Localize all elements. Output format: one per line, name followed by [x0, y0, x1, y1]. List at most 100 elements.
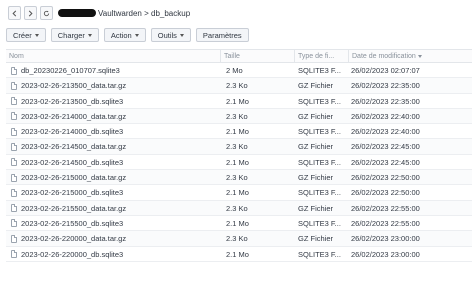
file-name: 2023-02-26-213500_db.sqlite3 [21, 96, 124, 106]
document-icon [11, 112, 17, 121]
navigation-bar: Vaultwarden > db_backup [0, 6, 474, 28]
file-name: 2023-02-26-215000_db.sqlite3 [21, 188, 124, 198]
file-type: GZ Fichier [298, 142, 334, 152]
column-header-name[interactable]: Nom [6, 50, 220, 63]
chevron-left-icon [12, 10, 17, 16]
file-row[interactable]: 2023-02-26-214000_db.sqlite3 2.1 Mo SQLITE… [6, 124, 472, 140]
toolbar: Créer Charger Action Outils Paramètres [6, 28, 249, 44]
column-header-type[interactable]: Type de fi... [294, 50, 348, 63]
file-modified-date: 26/02/2023 22:40:00 [351, 111, 420, 121]
caret-down-icon [34, 33, 39, 37]
file-row[interactable]: db_20230226_010707.sqlite3 2 Mo SQLITE3 F.… [6, 63, 472, 79]
file-name: 2023-02-26-214000_data.tar.gz [21, 111, 127, 121]
file-row[interactable]: 2023-02-26-220000_data.tar.gz 2.3 Ko GZ Fi… [6, 231, 472, 247]
file-icon [10, 170, 18, 185]
file-name: 2023-02-26-214000_db.sqlite3 [21, 127, 124, 137]
file-size: 2.3 Ko [226, 142, 248, 152]
sort-descending-icon [417, 55, 422, 58]
file-icon [10, 201, 18, 216]
settings-button[interactable]: Paramètres [195, 28, 249, 42]
caret-down-icon [134, 33, 139, 37]
file-modified-date: 26/02/2023 23:00:00 [351, 249, 420, 259]
column-header-type-label: Type de fi... [298, 53, 335, 60]
create-button[interactable]: Créer [6, 28, 46, 42]
file-type: SQLITE3 F... [298, 157, 341, 167]
file-row[interactable]: 2023-02-26-215000_db.sqlite3 2.1 Mo SQLITE… [6, 185, 472, 201]
tools-button[interactable]: Outils [150, 28, 191, 42]
file-size: 2.1 Mo [226, 188, 249, 198]
file-icon [10, 155, 18, 170]
file-size: 2.1 Mo [226, 249, 249, 259]
file-icon [10, 185, 18, 200]
document-icon [11, 66, 17, 75]
upload-button[interactable]: Charger [50, 28, 99, 42]
file-type: GZ Fichier [298, 234, 334, 244]
file-name: db_20230226_010707.sqlite3 [21, 66, 120, 75]
file-modified-date: 26/02/2023 22:45:00 [351, 157, 420, 167]
file-modified-date: 26/02/2023 22:35:00 [351, 81, 420, 91]
file-modified-date: 26/02/2023 22:40:00 [351, 127, 420, 137]
column-header-size[interactable]: Taille [220, 50, 294, 63]
document-icon [11, 204, 17, 213]
file-row[interactable]: 2023-02-26-215500_data.tar.gz 2.3 Ko GZ Fi… [6, 200, 472, 216]
file-icon [10, 231, 18, 246]
document-icon [11, 158, 17, 167]
file-name: 2023-02-26-215000_data.tar.gz [21, 173, 127, 183]
document-icon [11, 234, 17, 243]
file-name: 2023-02-26-220000_data.tar.gz [21, 234, 127, 244]
file-modified-date: 26/02/2023 23:00:00 [351, 234, 420, 244]
file-name: 2023-02-26-215500_data.tar.gz [21, 203, 127, 213]
file-type: SQLITE3 F... [298, 66, 341, 75]
file-icon [10, 216, 18, 231]
redacted-path-segment [58, 9, 96, 17]
file-row[interactable]: 2023-02-26-215000_data.tar.gz 2.3 Ko GZ Fi… [6, 170, 472, 186]
back-button[interactable] [8, 6, 21, 20]
file-name: 2023-02-26-214500_data.tar.gz [21, 142, 127, 152]
file-rows: db_20230226_010707.sqlite3 2 Mo SQLITE3 F.… [6, 63, 472, 262]
file-type: GZ Fichier [298, 111, 334, 121]
file-row[interactable]: 2023-02-26-214500_data.tar.gz 2.3 Ko GZ Fi… [6, 139, 472, 155]
breadcrumb: Vaultwarden > db_backup [58, 6, 190, 20]
create-button-label: Créer [13, 30, 32, 40]
document-icon [11, 250, 17, 259]
file-type: SQLITE3 F... [298, 188, 341, 198]
action-button-label: Action [110, 30, 132, 40]
file-icon [10, 124, 18, 139]
file-size: 2.3 Ko [226, 234, 248, 244]
document-icon [11, 81, 17, 90]
file-row[interactable]: 2023-02-26-220000_db.sqlite3 2.1 Mo SQLITE… [6, 247, 472, 262]
file-icon [10, 109, 18, 124]
refresh-button[interactable] [40, 6, 53, 20]
file-modified-date: 26/02/2023 22:45:00 [351, 142, 420, 152]
file-row[interactable]: 2023-02-26-214000_data.tar.gz 2.3 Ko GZ Fi… [6, 108, 472, 125]
column-header-date-label: Date de modification [352, 53, 416, 60]
action-button[interactable]: Action [103, 28, 146, 42]
file-type: SQLITE3 F... [298, 96, 341, 106]
file-modified-date: 26/02/2023 02:07:07 [351, 66, 420, 75]
file-modified-date: 26/02/2023 22:35:00 [351, 96, 420, 106]
document-icon [11, 142, 17, 151]
file-icon [10, 139, 18, 154]
file-row[interactable]: 2023-02-26-215500_db.sqlite3 2.1 Mo SQLITE… [6, 216, 472, 232]
caret-down-icon [179, 33, 184, 37]
file-name: 2023-02-26-220000_db.sqlite3 [21, 249, 124, 259]
file-modified-date: 26/02/2023 22:50:00 [351, 188, 420, 198]
file-size: 2.1 Mo [226, 218, 249, 228]
file-row[interactable]: 2023-02-26-214500_db.sqlite3 2.1 Mo SQLITE… [6, 155, 472, 171]
column-header-name-label: Nom [9, 53, 24, 60]
breadcrumb-path[interactable]: Vaultwarden > db_backup [98, 9, 190, 18]
file-size: 2.1 Mo [226, 157, 249, 167]
settings-button-label: Paramètres [202, 30, 242, 40]
column-header-date[interactable]: Date de modification [348, 50, 472, 63]
document-icon [11, 173, 17, 182]
document-icon [11, 219, 17, 228]
file-icon [10, 78, 18, 93]
file-type: SQLITE3 F... [298, 218, 341, 228]
file-size: 2.3 Ko [226, 111, 248, 121]
tools-button-label: Outils [157, 30, 177, 40]
forward-button[interactable] [24, 6, 37, 20]
file-modified-date: 26/02/2023 22:50:00 [351, 173, 420, 183]
file-row[interactable]: 2023-02-26-213500_data.tar.gz 2.3 Ko GZ Fi… [6, 78, 472, 94]
file-row[interactable]: 2023-02-26-213500_db.sqlite3 2.1 Mo SQLITE… [6, 94, 472, 109]
file-icon [10, 247, 18, 262]
